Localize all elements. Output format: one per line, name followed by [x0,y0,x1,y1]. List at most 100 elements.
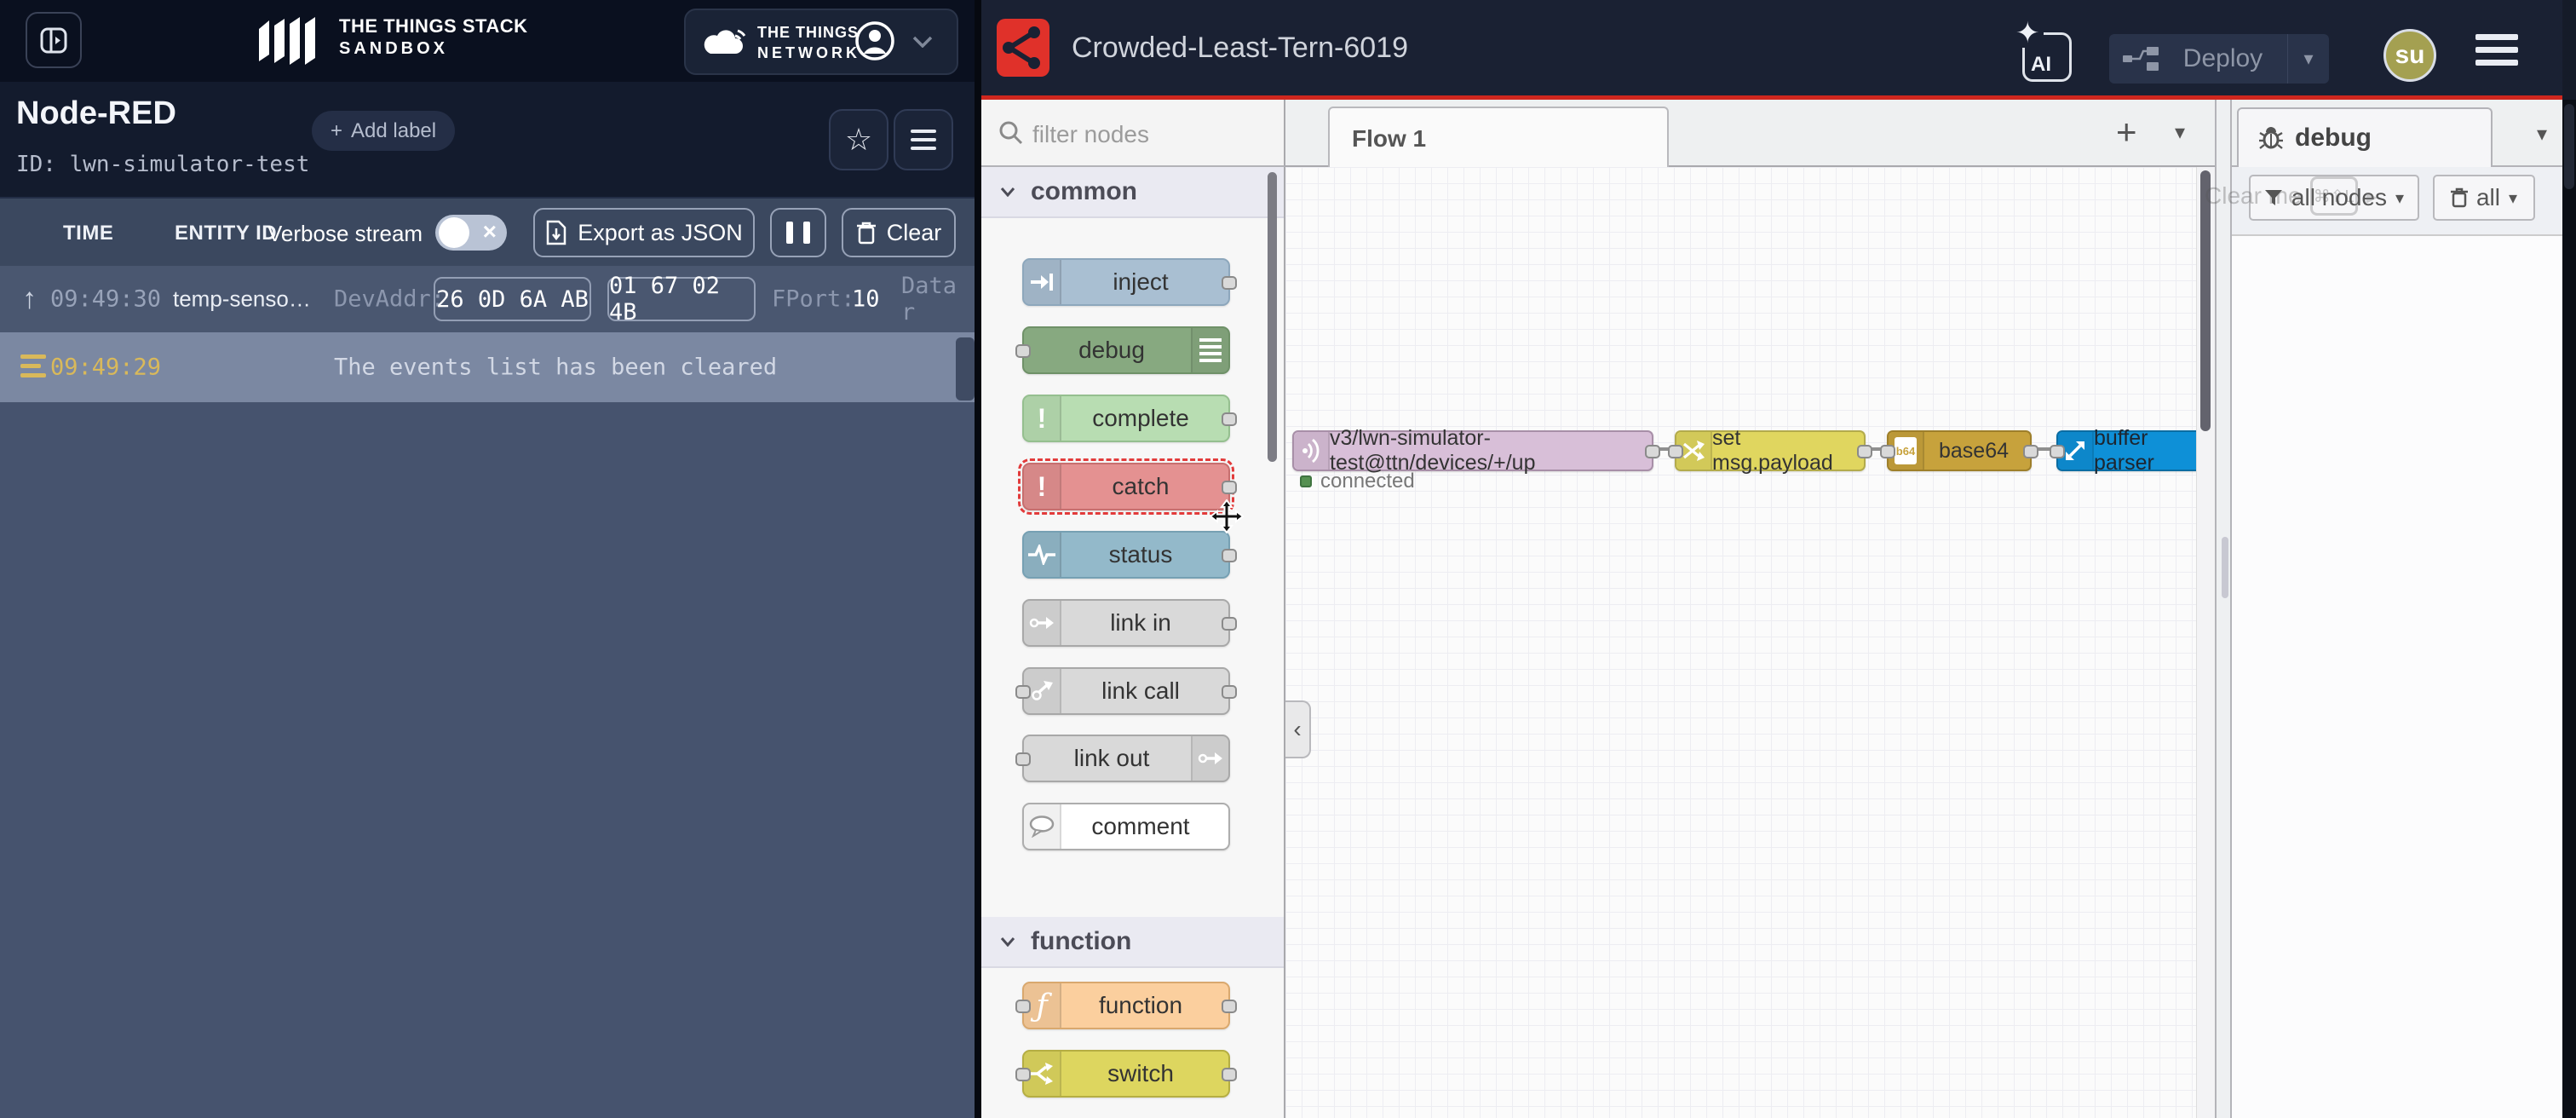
add-flow-button[interactable]: + [2116,112,2137,153]
filter-nodes-input[interactable] [1031,115,1273,154]
panel-toggle-icon [39,26,68,55]
tab-flow-1[interactable]: Flow 1 [1328,107,1669,169]
sidebar-dropdown[interactable]: ▾ [2537,122,2547,147]
events-list-background [0,402,980,1118]
debug-filter-button[interactable]: all nodes ▾ [2249,175,2419,221]
input-port[interactable] [1015,752,1031,766]
palette-node-link-in[interactable]: link in [1022,599,1230,647]
flow-list-dropdown[interactable]: ▾ [2175,120,2185,145]
category-label: common [1031,177,1137,206]
debug-sidebar: debug ▾ all nodes ▾ all ▾ [2232,100,2562,1118]
mouse-move-cursor [1210,499,1244,533]
add-label-button[interactable]: + Add label [312,111,455,151]
event-time: 09:49:29 [50,354,161,381]
output-port[interactable] [1222,685,1237,699]
clear-events-button[interactable]: Clear [842,208,956,257]
verbose-stream-toggle[interactable]: × [435,215,507,251]
palette-node-link-call[interactable]: link call [1022,667,1230,715]
status-pulse-icon [1024,533,1061,577]
palette-node-switch[interactable]: switch [1022,1050,1230,1098]
palette-category-common[interactable]: common [981,167,1284,218]
sidebar-splitter[interactable] [2215,100,2232,1118]
events-toolbar: TIME ENTITY ID Verbose stream × Export a… [0,197,980,266]
output-port[interactable] [2023,445,2038,458]
output-port[interactable] [1857,445,1872,458]
palette-node-catch[interactable]: ! catch [1022,463,1230,510]
debug-clear-button[interactable]: all ▾ [2433,175,2535,221]
flow-node-buffer-parser[interactable]: buffer parser [2056,430,2196,471]
output-port[interactable] [1222,1068,1237,1081]
overflow-menu-button[interactable] [894,109,953,170]
palette-node-complete[interactable]: ! complete [1022,395,1230,442]
user-avatar[interactable]: su [2383,29,2436,82]
palette-node-link-out[interactable]: link out [1022,735,1230,782]
palette-node-function[interactable]: ƒ function [1022,982,1230,1029]
palette-node-debug[interactable]: debug [1022,326,1230,374]
palette-collapse-button[interactable]: ‹ [1285,700,1311,758]
output-port[interactable] [1222,481,1237,494]
pause-stream-button[interactable] [770,208,826,257]
canvas-scrollbar-thumb[interactable] [2200,170,2211,431]
export-json-button[interactable]: Export as JSON [533,208,755,257]
toggle-off-icon: × [483,218,497,245]
output-port[interactable] [1222,276,1237,290]
output-port[interactable] [1222,1000,1237,1013]
flow-canvas[interactable]: v3/lwn-simulator-test@ttn/devices/+/up c… [1285,167,2196,1118]
palette-node-status[interactable]: status [1022,531,1230,579]
palette-scrollbar-thumb[interactable] [1268,172,1277,462]
event-row-uplink[interactable]: ↑ 09:49:30 temp-senso… DevAddr: 26 0D 6A… [0,266,980,332]
input-port[interactable] [1015,344,1031,358]
output-port[interactable] [1222,617,1237,631]
devaddr-value[interactable]: 26 0D 6A AB [434,277,591,321]
flow-node-mqtt-in[interactable]: v3/lwn-simulator-test@ttn/devices/+/up [1292,430,1653,471]
sidebar-toggle-button[interactable] [26,12,82,68]
flow-tab-label: Flow 1 [1352,125,1426,153]
palette-node-inject[interactable]: inject [1022,258,1230,306]
input-port[interactable] [1015,1068,1031,1081]
splitter-handle[interactable] [2222,537,2228,598]
fport-label: FPort: [772,286,855,313]
event-entity: temp-senso… [173,286,311,313]
deploy-icon [2123,46,2159,72]
events-cleared-icon [20,354,46,377]
palette-category-function[interactable]: function [981,917,1284,968]
debug-messages-pane [2232,236,2562,1118]
output-port[interactable] [1645,445,1660,458]
input-port[interactable] [1015,685,1031,699]
screen: THE THINGS STACK SANDBOX THE THINGS NETW… [0,0,2576,1118]
export-file-icon [545,220,567,245]
output-port[interactable] [1222,412,1237,426]
menu-icon [911,130,936,133]
input-port[interactable] [1015,1000,1031,1013]
event-row-cleared[interactable]: 09:49:29 The events list has been cleare… [0,332,980,402]
fport-value: 10 [852,286,880,313]
network-switcher-button[interactable]: THE THINGS NETWORK [684,9,958,75]
input-port[interactable] [1880,445,1895,458]
tab-debug[interactable]: debug [2237,107,2493,167]
input-port[interactable] [2050,445,2065,458]
pause-icon [786,222,793,244]
mqtt-icon [1294,432,1330,470]
network-text-line1: THE THINGS [757,24,859,42]
ai-assistant-button[interactable]: ✦ AI [2022,32,2072,82]
page-title: Node-RED [16,95,176,132]
hamburger-icon [2475,34,2518,40]
deploy-button[interactable]: Deploy ▾ [2109,34,2329,84]
main-menu-button[interactable] [2475,34,2518,66]
flow-node-base64[interactable]: b64 base64 [1887,430,2032,471]
input-port[interactable] [1668,445,1683,458]
inject-icon [1024,260,1061,304]
palette-node-comment[interactable]: comment [1022,803,1230,850]
background-window-edge [2562,0,2576,1118]
account-icon [853,19,897,63]
output-port[interactable] [1222,549,1237,562]
events-scrollbar-thumb[interactable] [956,337,975,401]
export-label: Export as JSON [578,220,743,246]
flow-node-change[interactable]: set msg.payload [1675,430,1866,471]
flow-project-title: Crowded-Least-Tern-6019 [1072,0,1408,95]
payload-value[interactable]: 01 67 02 4B [607,277,756,321]
catch-icon: ! [1024,464,1061,509]
bookmark-button[interactable]: ☆ [829,109,888,170]
deploy-dropdown[interactable]: ▾ [2287,34,2329,84]
chevron-down-icon [1000,936,1015,947]
